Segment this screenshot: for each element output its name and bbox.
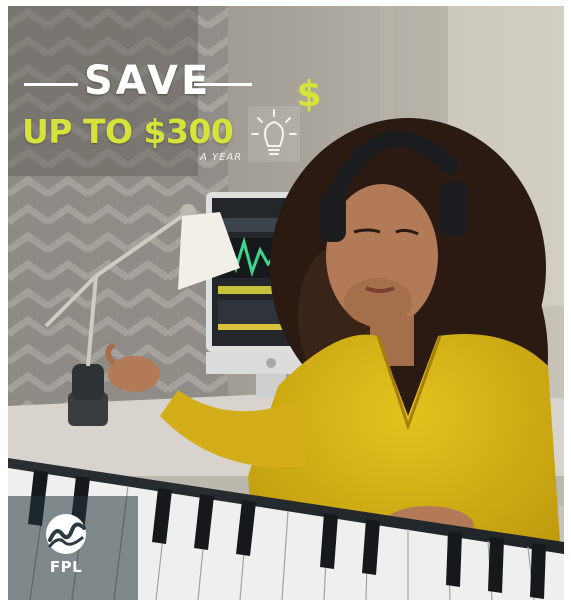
- headline-save: SAVE: [84, 58, 212, 104]
- ad-banner: SAVE UP TO $300 A YEAR $ FPL: [8, 6, 564, 600]
- brand-name: FPL: [49, 558, 83, 576]
- dollar-sign-icon: $: [296, 74, 322, 115]
- save-row: SAVE: [22, 58, 252, 108]
- headline-period: A YEAR: [200, 152, 243, 163]
- headline: SAVE UP TO $300 A YEAR: [22, 58, 262, 170]
- fpl-logo: FPL: [36, 512, 100, 588]
- fpl-logo-icon: [46, 514, 86, 554]
- headline-rule-left: [24, 83, 78, 86]
- headline-amount: UP TO $300: [22, 112, 234, 151]
- headline-rule-right: [194, 83, 252, 86]
